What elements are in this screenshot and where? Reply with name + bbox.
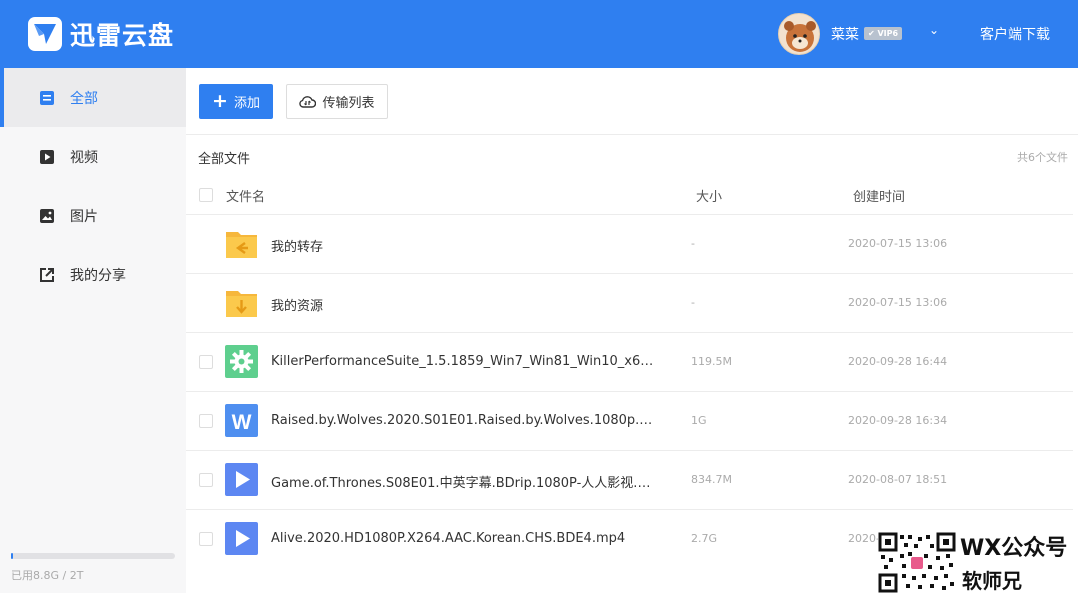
file-name[interactable]: Raised.by.Wolves.2020.S01E01.Raised.by.W… — [271, 413, 661, 428]
sidebar: 全部 视频 图片 我的分享 已用8.8G / 2T — [0, 68, 186, 593]
folder-download-icon — [226, 291, 257, 317]
file-created-time: 2020- — [848, 532, 880, 545]
file-size: 119.5M — [691, 355, 732, 368]
file-name[interactable]: KillerPerformanceSuite_1.5.1859_Win7_Win… — [271, 354, 661, 369]
file-created-time: 2020-07-15 13:06 — [848, 237, 948, 250]
column-header-name[interactable]: 文件名 — [226, 186, 265, 205]
file-name[interactable]: Game.of.Thrones.S08E01.中英字幕.BDrip.1080P-… — [271, 472, 661, 491]
svg-text:W: W — [232, 411, 252, 434]
sidebar-item-share[interactable]: 我的分享 — [0, 245, 186, 304]
exe-gear-icon — [225, 345, 258, 378]
column-header-size[interactable]: 大小 — [696, 186, 722, 205]
image-icon — [40, 209, 54, 223]
file-name[interactable]: 我的资源 — [271, 295, 323, 314]
file-size: 834.7M — [691, 473, 732, 486]
sidebar-item-video[interactable]: 视频 — [0, 127, 186, 186]
file-name[interactable]: Alive.2020.HD1080P.X264.AAC.Korean.CHS.B… — [271, 531, 625, 546]
client-download-link[interactable]: 客户端下载 — [980, 24, 1050, 44]
sidebar-item-label: 我的分享 — [70, 267, 126, 284]
row-checkbox[interactable] — [199, 355, 213, 369]
username[interactable]: 菜菜 — [831, 24, 859, 44]
app-logo[interactable]: 迅雷云盘 — [28, 16, 174, 52]
transfer-list-button[interactable]: 传输列表 — [286, 84, 388, 119]
cloud-transfer-icon — [299, 95, 317, 108]
file-created-time: 2020-08-07 18:51 — [848, 473, 948, 486]
logo-text: 迅雷云盘 — [70, 21, 175, 50]
row-checkbox[interactable] — [199, 473, 213, 487]
file-count: 共6个文件 — [1017, 151, 1068, 164]
share-icon — [40, 268, 54, 282]
table-row[interactable]: KillerPerformanceSuite_1.5.1859_Win7_Win… — [186, 332, 1073, 391]
file-created-time: 2020-07-15 13:06 — [848, 296, 948, 309]
sidebar-item-image[interactable]: 图片 — [0, 186, 186, 245]
sidebar-item-label: 视频 — [70, 149, 98, 166]
video-play-icon — [225, 522, 258, 555]
storage-usage-bar — [11, 553, 175, 559]
breadcrumb[interactable]: 全部文件 — [198, 148, 250, 167]
table-row[interactable]: W Raised.by.Wolves.2020.S01E01.Raised.by… — [186, 391, 1073, 450]
sidebar-item-label: 图片 — [70, 208, 98, 225]
folder-transfer-icon — [226, 232, 257, 258]
watermark-line-2: 软师兄 — [962, 569, 1022, 593]
select-all-checkbox[interactable] — [199, 188, 213, 202]
thunder-bird-icon — [28, 17, 62, 51]
sidebar-item-label: 全部 — [70, 90, 98, 107]
file-size: - — [691, 296, 695, 309]
row-checkbox[interactable] — [199, 532, 213, 546]
storage-usage-text: 已用8.8G / 2T — [11, 569, 84, 582]
plus-icon: + — [212, 90, 228, 112]
word-doc-icon: W — [225, 404, 258, 437]
table-row[interactable]: Game.of.Thrones.S08E01.中英字幕.BDrip.1080P-… — [186, 450, 1073, 509]
file-created-time: 2020-09-28 16:44 — [848, 355, 948, 368]
row-checkbox[interactable] — [199, 414, 213, 428]
user-avatar[interactable] — [778, 13, 820, 55]
top-header: 迅雷云盘 菜菜 ✔ VIP6 ⌄ 客户端下载 — [0, 0, 1078, 68]
add-button[interactable]: + 添加 — [199, 84, 273, 119]
vip-badge: ✔ VIP6 — [864, 27, 903, 40]
column-header-created[interactable]: 创建时间 — [853, 186, 905, 205]
video-icon — [40, 150, 54, 164]
file-name[interactable]: 我的转存 — [271, 236, 323, 255]
file-size: 1G — [691, 414, 707, 427]
file-size: - — [691, 237, 695, 250]
table-row[interactable]: 我的转存 - 2020-07-15 13:06 — [186, 214, 1073, 273]
table-row[interactable]: 我的资源 - 2020-07-15 13:06 — [186, 273, 1073, 332]
qr-code — [878, 532, 956, 593]
add-button-label: 添加 — [233, 96, 260, 111]
divider — [186, 134, 1078, 135]
transfer-list-label: 传输列表 — [322, 96, 375, 111]
storage-usage-fill — [11, 553, 13, 559]
sidebar-item-all[interactable]: 全部 — [0, 68, 186, 127]
file-size: 2.7G — [691, 532, 718, 545]
video-play-icon — [225, 463, 258, 496]
list-icon — [40, 91, 54, 105]
chevron-down-icon[interactable]: ⌄ — [929, 23, 939, 37]
file-created-time: 2020-09-28 16:34 — [848, 414, 948, 427]
watermark-line-1: WX公众号 — [960, 536, 1068, 561]
